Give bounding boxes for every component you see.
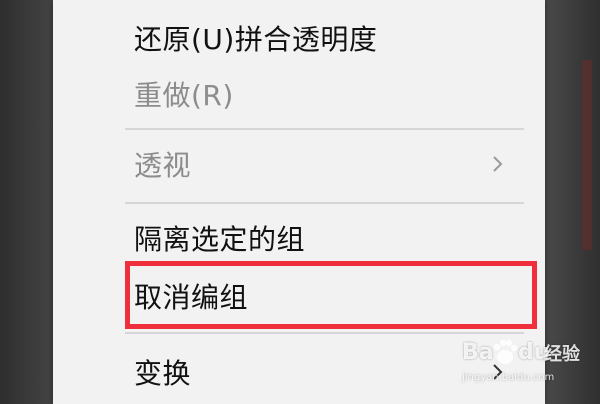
menu-item-label: 重做(R) — [134, 79, 234, 112]
menu-separator — [125, 202, 524, 204]
menu-separator — [125, 332, 524, 334]
background-left — [0, 0, 53, 404]
menu-item-label: 还原(U)拼合透明度 — [134, 23, 378, 56]
screenshot-frame: 还原(U)拼合透明度 重做(R) 透视 隔离选定的组 取消编组 变换 Ba du… — [0, 0, 600, 404]
background-right — [545, 0, 600, 404]
menu-item-label: 隔离选定的组 — [134, 223, 306, 256]
menu-item-label: 变换 — [134, 357, 192, 390]
menu-item-undo-flatten-transparency[interactable]: 还原(U)拼合透明度 — [53, 12, 545, 64]
menu-separator — [125, 128, 524, 130]
menu-item-redo: 重做(R) — [53, 68, 545, 120]
menu-item-label: 透视 — [134, 149, 192, 182]
chevron-right-icon — [493, 156, 503, 172]
chevron-right-icon — [493, 364, 503, 380]
menu-item-transform[interactable]: 变换 — [53, 346, 545, 398]
menu-item-isolate-selected-group[interactable]: 隔离选定的组 — [53, 212, 545, 264]
background-accent — [582, 60, 592, 250]
annotation-highlight-box — [125, 261, 537, 329]
context-menu: 还原(U)拼合透明度 重做(R) 透视 隔离选定的组 取消编组 变换 — [53, 0, 545, 404]
menu-item-perspective: 透视 — [53, 138, 545, 190]
